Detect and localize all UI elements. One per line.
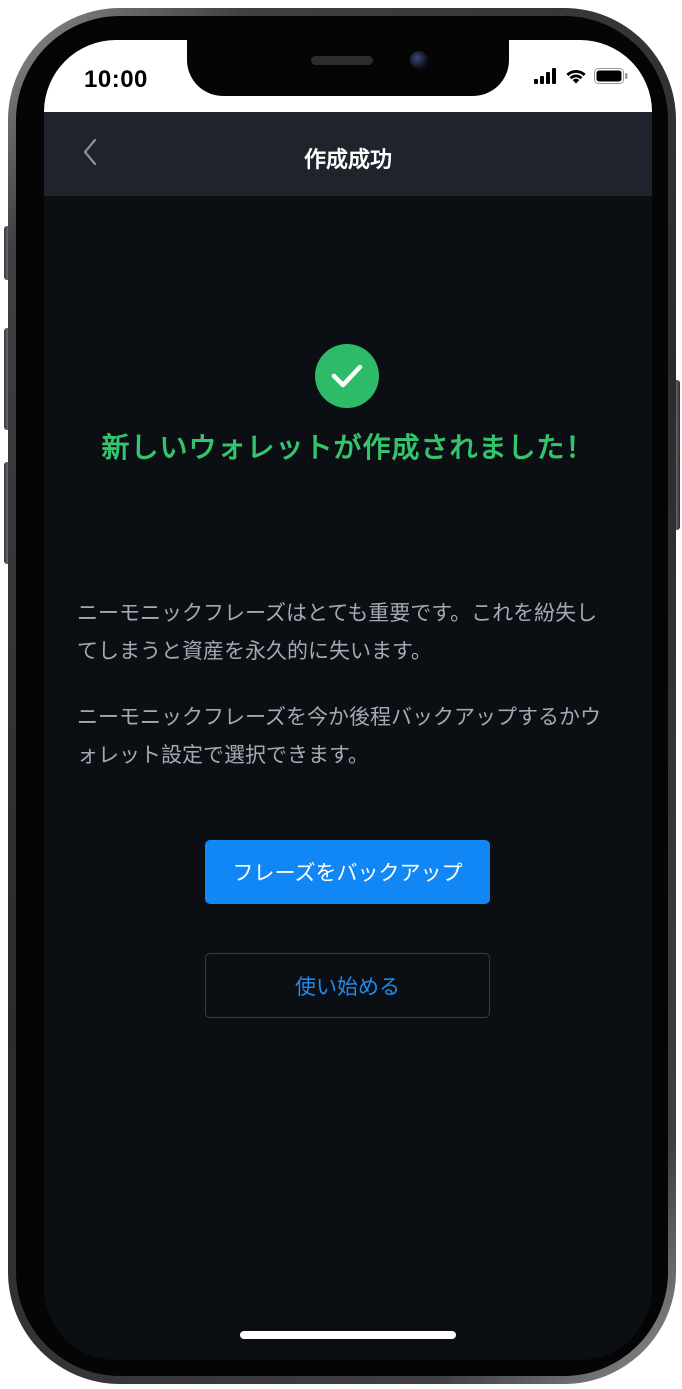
speaker-grille: [311, 56, 373, 65]
start-using-button[interactable]: 使い始める: [205, 953, 490, 1018]
device-mockup: 10:00 作成成功 新しいウォレットが作成されました！ ニーモニックフレーズは…: [0, 0, 682, 1389]
signal-icon: [534, 68, 558, 88]
page-title: 作成成功: [303, 148, 392, 173]
screen: 10:00 作成成功 新しいウォレットが作成されました！ ニーモニックフレーズは…: [44, 40, 652, 1360]
navigation-bar: 作成成功: [44, 112, 652, 196]
backup-phrase-button[interactable]: フレーズをバックアップ: [205, 840, 490, 904]
warning-paragraph: ニーモニックフレーズはとても重要です。これを紛失してしまうと資産を永久的に失いま…: [77, 601, 598, 663]
status-time: 10:00: [84, 66, 148, 93]
wifi-icon: [565, 68, 587, 88]
status-icons: [534, 68, 628, 88]
success-message: 新しいウォレットが作成されました！: [101, 431, 595, 464]
check-circle-icon: [315, 344, 379, 408]
home-indicator[interactable]: [240, 1331, 456, 1339]
front-camera: [410, 51, 428, 69]
backup-info-paragraph: ニーモニックフレーズを今か後程バックアップするかウォレット設定で選択できます。: [77, 705, 601, 767]
battery-icon: [594, 68, 628, 88]
notch: [187, 40, 509, 96]
